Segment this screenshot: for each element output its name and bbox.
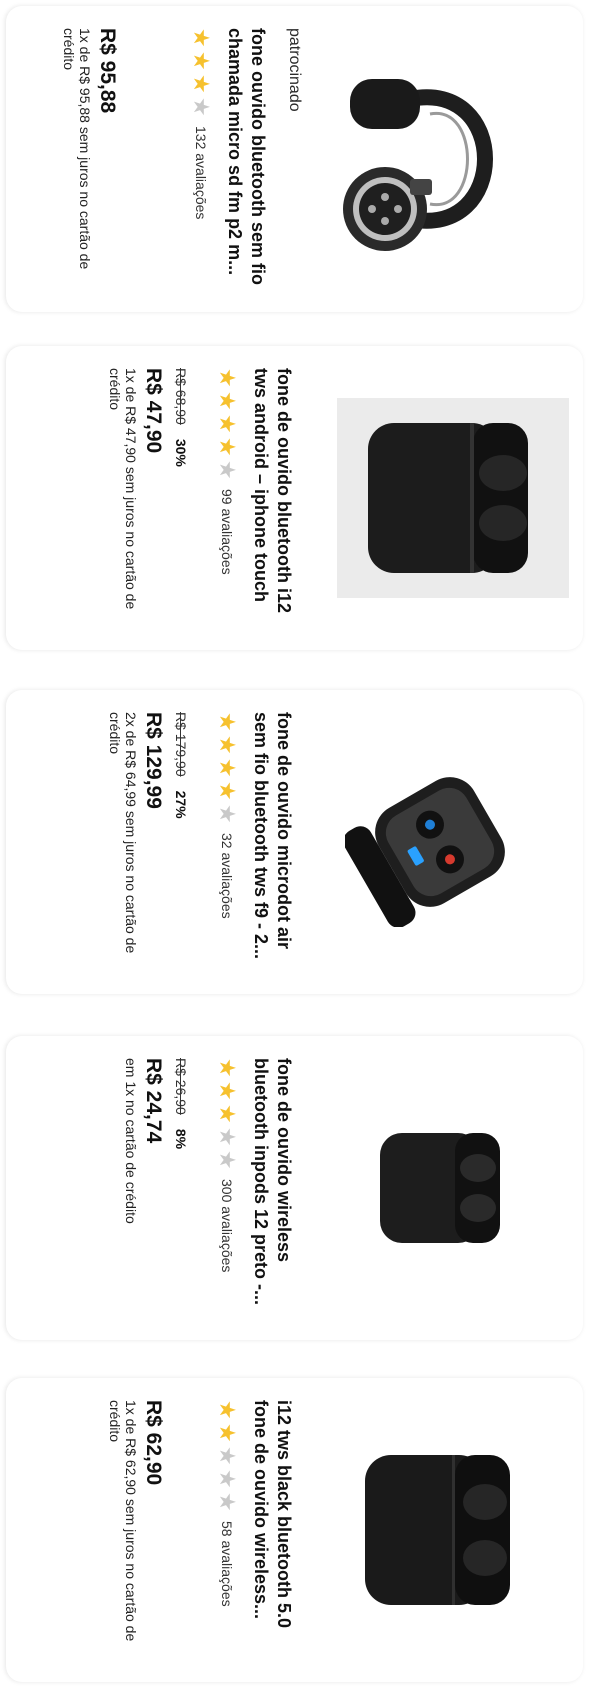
product-title[interactable]: fone de ouvido bluetooth i12 tws android… [249,368,295,630]
star-icon: ★ [215,781,240,801]
review-count: 99 avaliações [219,489,235,575]
product-card[interactable]: patrocinado fone ouvido bluetooth sem fi… [6,6,583,312]
star-icon: ★ [215,460,240,480]
discount-badge: 8% [173,1128,189,1150]
star-icon: ★ [215,1058,240,1078]
star-icon: ★ [215,735,240,755]
price: R$ 95,88 [96,28,119,114]
review-count: 300 avaliações [219,1179,235,1273]
price: R$ 129,99 [142,712,165,809]
star-icon: ★ [215,1127,240,1147]
star-icon: ★ [189,97,214,117]
rating: ★ ★ ★ ★ ★ 300 avaliações [215,1058,240,1320]
installments: em 1x no cartão de crédito [123,1058,139,1224]
star-icon: ★ [215,1081,240,1101]
star-icon: ★ [215,1446,240,1466]
star-icon: ★ [215,1150,240,1170]
product-image[interactable] [297,1036,583,1340]
product-image[interactable] [297,1378,583,1682]
star-icon: ★ [215,1400,240,1420]
headphones-image [343,79,493,251]
rating: ★ ★ ★ ★ 132 avaliações [189,28,214,292]
star-icon: ★ [215,1469,240,1489]
star-icon: ★ [189,28,214,48]
i12-black-image [365,1455,510,1605]
sponsored-label: patrocinado [286,28,303,112]
product-title[interactable]: fone ouvido bluetooth sem fio chamada mi… [223,28,269,292]
rating: ★ ★ ★ ★ ★ 58 avaliações [215,1400,240,1662]
star-icon: ★ [215,437,240,457]
discount-badge: 30% [173,438,189,467]
star-icon: ★ [215,758,240,778]
f9-earbuds-image [345,777,505,927]
rating: ★ ★ ★ ★ ★ 99 avaliações [215,368,240,630]
product-image[interactable] [297,6,583,312]
installments: 2x de R$ 64,99 sem juros no cartão de cr… [107,712,139,954]
star-icon: ★ [215,1492,240,1512]
star-icon: ★ [215,712,240,732]
price: R$ 62,90 [142,1400,165,1486]
review-count: 58 avaliações [219,1521,235,1607]
old-price: R$ 26,90 [173,1058,189,1115]
product-list: patrocinado fone ouvido bluetooth sem fi… [0,0,589,1699]
star-icon: ★ [215,1104,240,1124]
product-card[interactable]: i12 tws black bluetooth 5.0 fone de ouvi… [6,1378,583,1682]
installments: 1x de R$ 95,88 sem juros no cartão de cr… [61,28,93,270]
earbuds-case-image [368,423,528,573]
product-image[interactable] [297,690,583,994]
price: R$ 47,90 [142,368,165,454]
old-price: R$ 68,90 [173,368,189,425]
star-icon: ★ [189,51,214,71]
product-title[interactable]: fone de ouvido wireless bluetooth inpods… [249,1058,295,1320]
inpods-image [380,1133,500,1243]
rating: ★ ★ ★ ★ ★ 32 avaliações [215,712,240,974]
review-count: 32 avaliações [219,833,235,919]
discount-badge: 27% [173,790,189,819]
star-icon: ★ [215,414,240,434]
star-icon: ★ [189,74,214,94]
price: R$ 24,74 [142,1058,165,1144]
installments: 1x de R$ 47,90 sem juros no cartão de cr… [107,368,139,610]
product-title[interactable]: fone de ouvido microdot air sem fio blue… [249,712,295,974]
star-icon: ★ [215,391,240,411]
product-card[interactable]: fone de ouvido wireless bluetooth inpods… [6,1036,583,1340]
product-card[interactable]: fone de ouvido bluetooth i12 tws android… [6,346,583,650]
star-icon: ★ [215,804,240,824]
installments: 1x de R$ 62,90 sem juros no cartão de cr… [107,1400,139,1642]
product-image[interactable] [337,398,569,598]
product-card[interactable]: fone de ouvido microdot air sem fio blue… [6,690,583,994]
old-price: R$ 179,90 [173,712,189,777]
product-title[interactable]: i12 tws black bluetooth 5.0 fone de ouvi… [249,1400,295,1662]
review-count: 132 avaliações [193,126,209,220]
star-icon: ★ [215,1423,240,1443]
star-icon: ★ [215,368,240,388]
